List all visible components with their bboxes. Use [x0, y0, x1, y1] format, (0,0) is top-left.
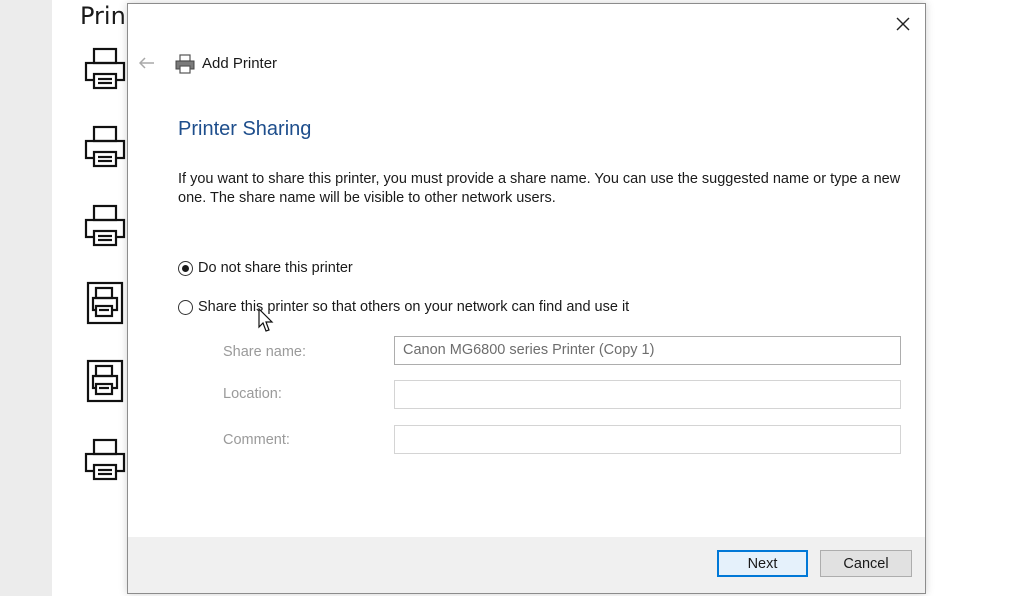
background-window-title: Prin	[80, 2, 126, 30]
share-name-label: Share name:	[223, 344, 307, 360]
share-name-input[interactable]: Canon MG6800 series Printer (Copy 1)	[394, 336, 901, 365]
radio-button[interactable]	[178, 299, 193, 315]
desktop-strip	[0, 0, 52, 596]
add-printer-dialog: Add Printer Printer Sharing If you want …	[127, 3, 926, 594]
back-button[interactable]	[136, 52, 158, 74]
printer-icon[interactable]	[83, 203, 127, 249]
next-button[interactable]: Next	[717, 550, 808, 577]
comment-input[interactable]	[394, 425, 901, 454]
section-title: Printer Sharing	[178, 118, 312, 140]
cancel-button[interactable]: Cancel	[820, 550, 912, 577]
location-input[interactable]	[394, 380, 901, 409]
close-button[interactable]	[889, 12, 917, 36]
printer-icon	[174, 53, 196, 75]
mouse-cursor-icon	[258, 308, 274, 332]
share-printer-option[interactable]: Share this printer so that others on you…	[178, 299, 629, 315]
printer-icon[interactable]	[83, 124, 127, 170]
fax-icon[interactable]	[83, 280, 127, 326]
option-label: Do not share this printer	[198, 260, 353, 276]
location-label: Location:	[223, 386, 282, 402]
dialog-title: Add Printer	[202, 55, 278, 72]
description-text: If you want to share this printer, you m…	[178, 171, 901, 206]
close-icon	[896, 17, 910, 31]
printer-icon[interactable]	[83, 437, 127, 483]
dialog-footer: Next Cancel	[128, 537, 925, 593]
radio-button-selected[interactable]	[178, 260, 193, 276]
do-not-share-option[interactable]: Do not share this printer	[178, 260, 353, 276]
fax-icon[interactable]	[83, 358, 127, 404]
back-arrow-icon	[139, 57, 154, 69]
comment-label: Comment:	[223, 432, 290, 448]
printer-icon[interactable]	[83, 46, 127, 92]
